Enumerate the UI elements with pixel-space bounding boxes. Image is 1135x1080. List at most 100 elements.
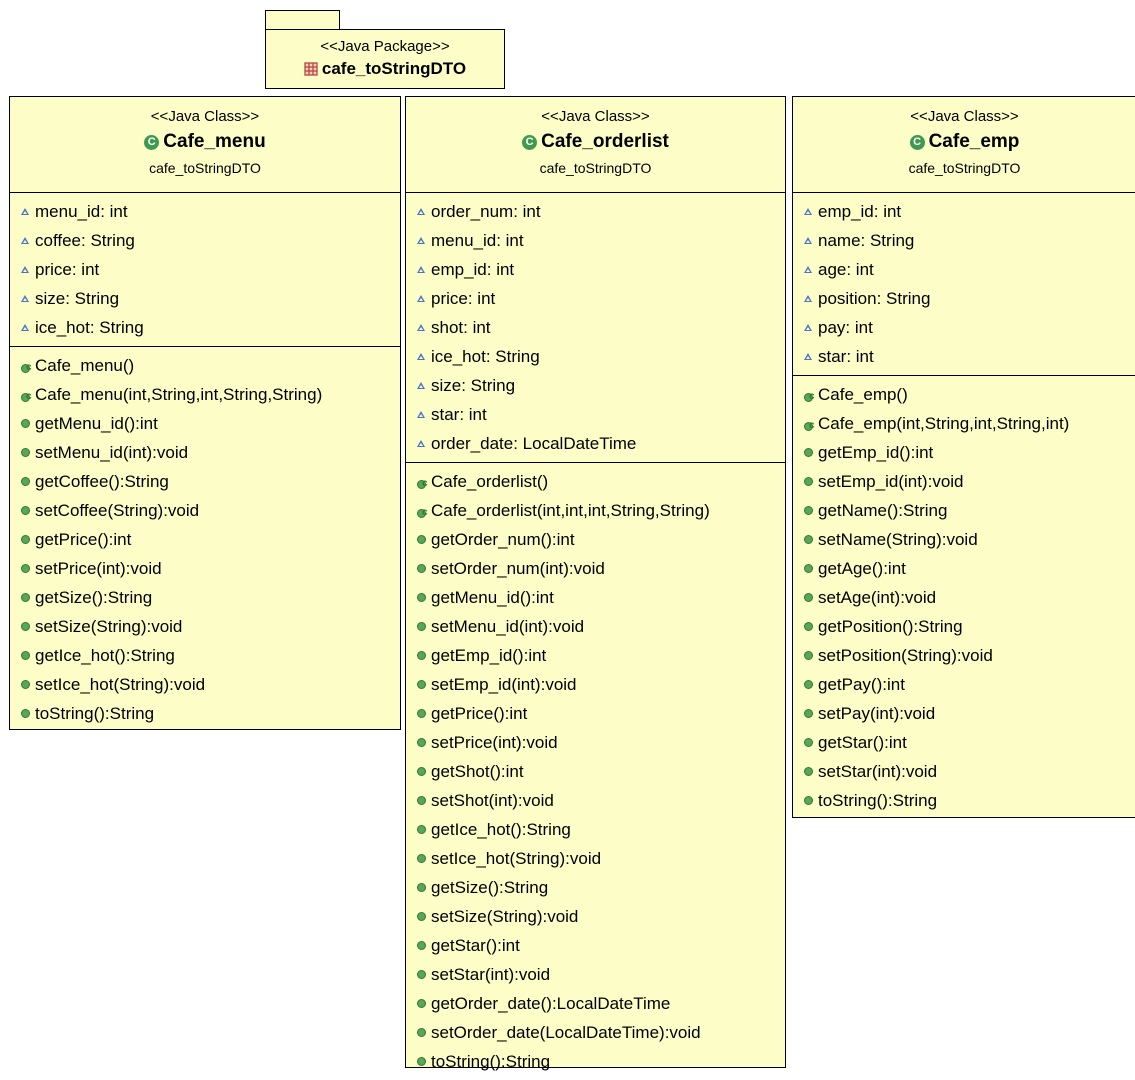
- method-row[interactable]: setPosition(String):void: [804, 641, 1135, 670]
- attribute-row[interactable]: coffee: String: [21, 226, 400, 255]
- attribute-row[interactable]: position: String: [804, 284, 1135, 313]
- attribute-row[interactable]: age: int: [804, 255, 1135, 284]
- method-row[interactable]: getCoffee():String: [21, 467, 400, 496]
- method-row[interactable]: setAge(int):void: [804, 583, 1135, 612]
- attribute-row[interactable]: menu_id: int: [417, 226, 785, 255]
- method-row[interactable]: toString():String: [21, 699, 400, 728]
- method-row[interactable]: getEmp_id():int: [417, 641, 785, 670]
- method-text: setPosition(String):void: [818, 646, 993, 665]
- method-row[interactable]: setIce_hot(String):void: [417, 844, 785, 873]
- method-row[interactable]: getOrder_num():int: [417, 525, 785, 554]
- constructor-icon: c: [21, 388, 33, 402]
- method-row[interactable]: getStar():int: [417, 931, 785, 960]
- method-row[interactable]: setMenu_id(int):void: [21, 438, 400, 467]
- attribute-row[interactable]: size: String: [417, 371, 785, 400]
- attribute-row[interactable]: price: int: [417, 284, 785, 313]
- attribute-row[interactable]: star: int: [804, 342, 1135, 371]
- method-row[interactable]: getOrder_date():LocalDateTime: [417, 989, 785, 1018]
- attribute-row[interactable]: shot: int: [417, 313, 785, 342]
- attribute-row[interactable]: ice_hot: String: [21, 313, 400, 342]
- constructor-row[interactable]: c Cafe_orderlist(): [417, 467, 785, 496]
- method-row[interactable]: setEmp_id(int):void: [417, 670, 785, 699]
- constructor-row[interactable]: c Cafe_menu(): [21, 351, 400, 380]
- field-icon: [417, 324, 425, 331]
- class-package: cafe_toStringDTO: [908, 160, 1021, 176]
- class-stereotype: <<Java Class>>: [150, 108, 260, 125]
- method-row[interactable]: setPrice(int):void: [417, 728, 785, 757]
- attribute-row[interactable]: ice_hot: String: [417, 342, 785, 371]
- constructor-text: Cafe_menu(): [35, 356, 135, 375]
- constructor-row[interactable]: c Cafe_emp(): [804, 380, 1135, 409]
- attribute-row[interactable]: emp_id: int: [804, 197, 1135, 226]
- class-stereotype: <<Java Class>>: [910, 108, 1019, 125]
- operations-compartment: c Cafe_menu() c Cafe_menu(int,String,int,St…: [10, 347, 400, 732]
- method-row[interactable]: toString():String: [804, 786, 1135, 815]
- package-box[interactable]: <<Java Package>> cafe_toStringDTO: [265, 29, 505, 89]
- class-title: C Cafe_orderlist: [406, 128, 785, 156]
- method-icon: [417, 1028, 426, 1037]
- constructor-row[interactable]: c Cafe_emp(int,String,int,String,int): [804, 409, 1135, 438]
- method-text: getEmp_id():int: [818, 443, 934, 462]
- constructor-text: Cafe_menu(int,String,int,String,String): [35, 385, 323, 404]
- method-row[interactable]: setSize(String):void: [417, 902, 785, 931]
- method-icon: [21, 651, 30, 660]
- method-row[interactable]: getShot():int: [417, 757, 785, 786]
- method-row[interactable]: setEmp_id(int):void: [804, 467, 1135, 496]
- package-name: cafe_toStringDTO: [321, 59, 467, 78]
- method-row[interactable]: getSize():String: [417, 873, 785, 902]
- method-text: setStar(int):void: [818, 762, 938, 781]
- attribute-row[interactable]: price: int: [21, 255, 400, 284]
- constructor-row[interactable]: c Cafe_orderlist(int,int,int,String,Strin…: [417, 496, 785, 525]
- attribute-text: price: int: [431, 289, 496, 308]
- method-row[interactable]: getName():String: [804, 496, 1135, 525]
- method-row[interactable]: setOrder_num(int):void: [417, 554, 785, 583]
- method-row[interactable]: getSize():String: [21, 583, 400, 612]
- attribute-row[interactable]: star: int: [417, 400, 785, 429]
- method-text: getEmp_id():int: [431, 646, 547, 665]
- method-row[interactable]: setIce_hot(String):void: [21, 670, 400, 699]
- method-row[interactable]: getPosition():String: [804, 612, 1135, 641]
- attribute-row[interactable]: name: String: [804, 226, 1135, 255]
- method-row[interactable]: setStar(int):void: [804, 757, 1135, 786]
- attribute-row[interactable]: pay: int: [804, 313, 1135, 342]
- attribute-row[interactable]: emp_id: int: [417, 255, 785, 284]
- attribute-row[interactable]: menu_id: int: [21, 197, 400, 226]
- attribute-row[interactable]: order_date: LocalDateTime: [417, 429, 785, 458]
- class-header: <<Java Class>> C Cafe_menu cafe_toStringDTO: [10, 97, 400, 193]
- method-row[interactable]: setShot(int):void: [417, 786, 785, 815]
- attribute-row[interactable]: size: String: [21, 284, 400, 313]
- method-row[interactable]: setPay(int):void: [804, 699, 1135, 728]
- attributes-compartment: order_num: int menu_id: int emp_id: int pri…: [406, 193, 785, 463]
- method-row[interactable]: getPay():int: [804, 670, 1135, 699]
- method-row[interactable]: setName(String):void: [804, 525, 1135, 554]
- method-icon: [804, 680, 813, 689]
- method-row[interactable]: setPrice(int):void: [21, 554, 400, 583]
- attribute-row[interactable]: order_num: int: [417, 197, 785, 226]
- method-row[interactable]: getPrice():int: [21, 525, 400, 554]
- method-row[interactable]: getEmp_id():int: [804, 438, 1135, 467]
- constructor-icon: c: [417, 504, 429, 518]
- method-row[interactable]: getAge():int: [804, 554, 1135, 583]
- method-row[interactable]: setMenu_id(int):void: [417, 612, 785, 641]
- method-row[interactable]: setCoffee(String):void: [21, 496, 400, 525]
- field-icon: [417, 237, 425, 244]
- method-row[interactable]: getIce_hot():String: [21, 641, 400, 670]
- method-row[interactable]: getMenu_id():int: [417, 583, 785, 612]
- method-row[interactable]: getMenu_id():int: [21, 409, 400, 438]
- package-icon: [304, 62, 318, 76]
- method-row[interactable]: getPrice():int: [417, 699, 785, 728]
- method-text: setOrder_num(int):void: [431, 559, 605, 578]
- class-box-cafe-menu[interactable]: <<Java Class>> C Cafe_menu cafe_toStringDTO…: [9, 96, 401, 730]
- attribute-text: position: String: [818, 289, 931, 308]
- method-row[interactable]: toString():String: [417, 1047, 785, 1076]
- method-row[interactable]: setOrder_date(LocalDateTime):void: [417, 1018, 785, 1047]
- constructor-row[interactable]: c Cafe_menu(int,String,int,String,String): [21, 380, 400, 409]
- method-row[interactable]: getStar():int: [804, 728, 1135, 757]
- class-box-cafe-emp[interactable]: <<Java Class>> C Cafe_emp cafe_toStringDTO e…: [792, 96, 1135, 818]
- method-row[interactable]: getIce_hot():String: [417, 815, 785, 844]
- method-row[interactable]: setStar(int):void: [417, 960, 785, 989]
- method-row[interactable]: setSize(String):void: [21, 612, 400, 641]
- method-icon: [804, 622, 813, 631]
- attribute-text: name: String: [818, 231, 915, 250]
- class-box-cafe-orderlist[interactable]: <<Java Class>> C Cafe_orderlist cafe_toStri…: [405, 96, 786, 1071]
